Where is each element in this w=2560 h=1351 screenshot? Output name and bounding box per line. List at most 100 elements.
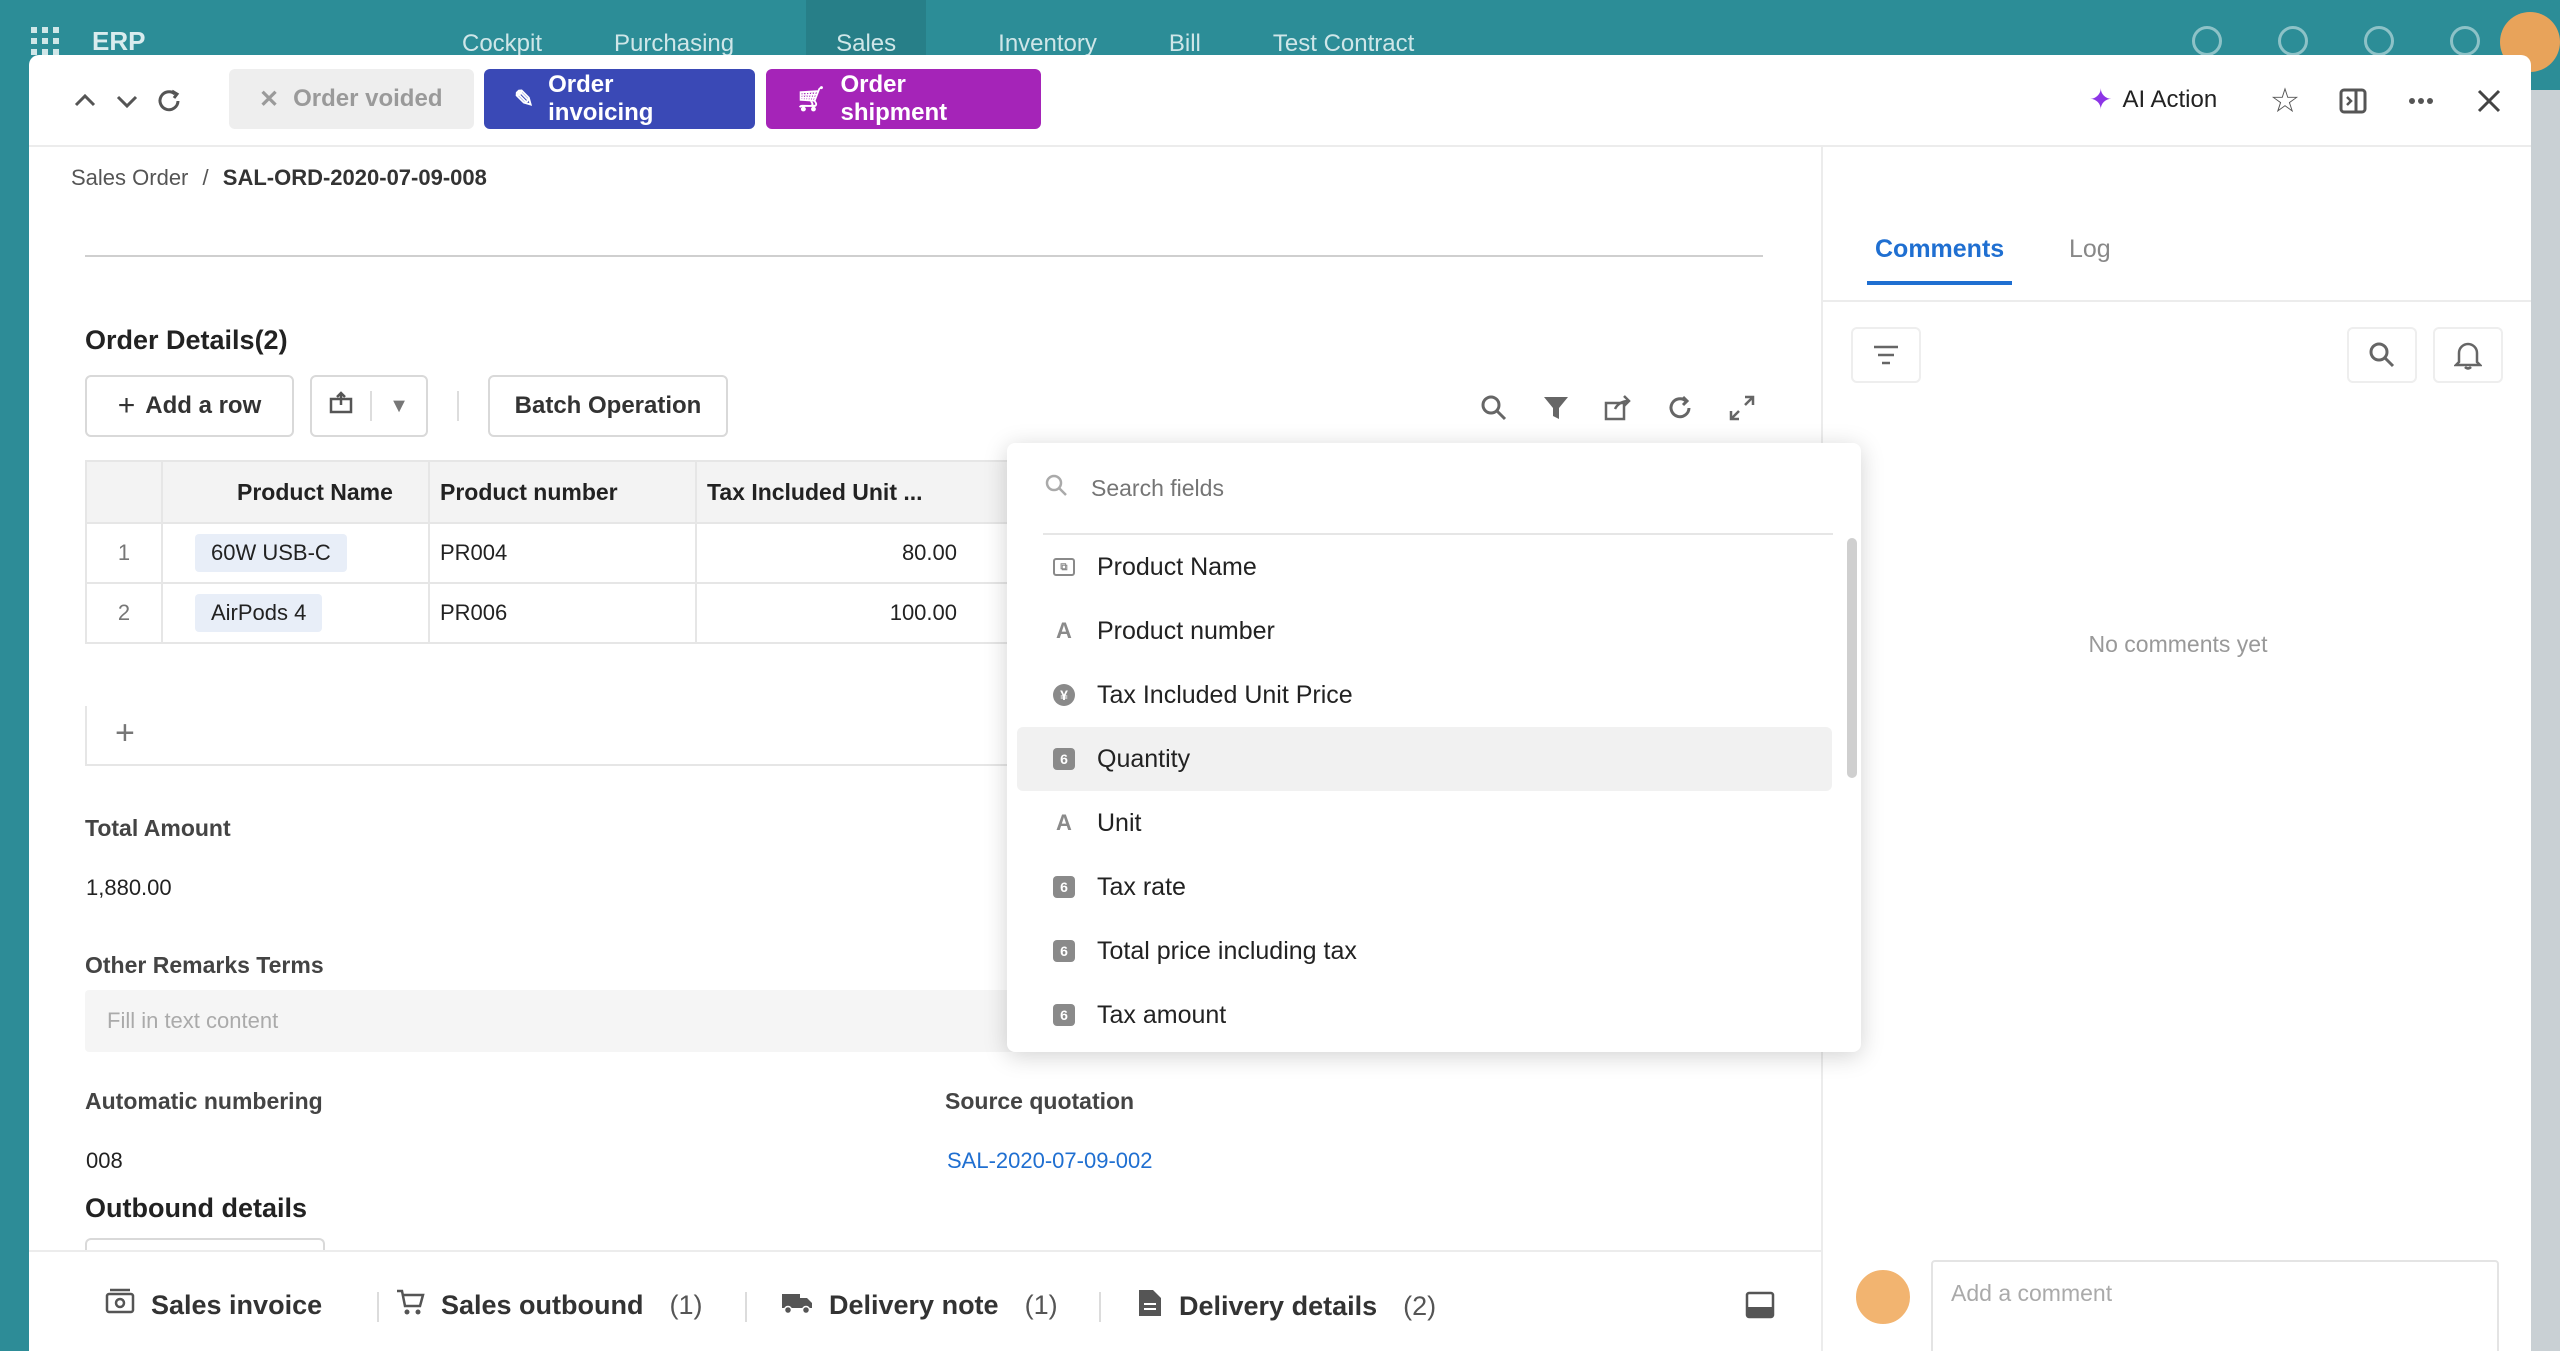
background-page-edge [2531,90,2560,1351]
app-grid-icon[interactable] [30,26,60,56]
table-row[interactable]: 2 AirPods 4 PR006 100.00 [87,584,1133,644]
star-icon[interactable]: ☆ [2269,84,2301,118]
ai-action-button[interactable]: ✦ AI Action [2089,83,2217,116]
modal-toolbar: ✕ Order voided ✎ Order invoicing 🛒︎ Orde… [29,55,2531,147]
header-product-name[interactable]: Product Name [163,462,430,522]
source-quotation-link[interactable]: SAL-2020-07-09-002 [947,1148,1152,1174]
header-tax-included-unit-price[interactable]: Tax Included Unit ... [697,462,957,522]
users-icon[interactable] [2364,26,2394,56]
order-voided-button[interactable]: ✕ Order voided [229,69,474,129]
globe-icon[interactable] [2450,26,2480,56]
more-icon[interactable] [2405,85,2437,117]
lightning-icon[interactable] [2278,26,2308,56]
field-option-product-name[interactable]: ⧉ Product Name [1017,535,1832,599]
order-invoicing-button[interactable]: ✎ Order invoicing [484,69,755,129]
table-row[interactable]: 1 60W USB-C PR004 80.00 [87,524,1133,584]
source-quotation-label: Source quotation [945,1088,1135,1114]
field-search-dropdown: ⧉ Product Name A Product number ¥ Tax In… [1007,443,1861,1052]
app-brand[interactable]: ERP [92,26,145,57]
table-header: Product Name Product number Tax Included… [87,462,1133,524]
cell-product-number[interactable]: PR004 [430,524,697,582]
remarks-input[interactable]: Fill in text content [85,990,1085,1052]
order-details-table: Product Name Product number Tax Included… [85,460,1135,644]
row-index: 2 [87,584,163,642]
cell-product-number[interactable]: PR006 [430,584,697,642]
tab-sales-outbound[interactable]: Sales outbound (1) [395,1288,703,1323]
tab-delivery-details[interactable]: Delivery details (2) [1137,1288,1436,1325]
toolbar-divider [457,391,459,421]
product-chip[interactable]: 60W USB-C [195,534,347,572]
field-search-bar [1043,443,1833,535]
chevron-up-icon[interactable] [69,85,101,117]
number-field-icon: 6 [1053,876,1075,898]
sort-filter-icon[interactable] [1851,327,1921,383]
tab-separator [377,1292,379,1322]
plus-icon[interactable]: + [115,714,135,753]
breadcrumb-separator: / [202,165,209,190]
share-icon[interactable] [1603,393,1633,423]
related-records-bar: Sales invoice Sales outbound (1) Deliver… [29,1250,1821,1351]
tab-log[interactable]: Log [2069,235,2111,264]
reload-icon[interactable] [1665,393,1695,423]
total-amount-value: 1,880.00 [86,875,172,900]
field-option-tax-included-unit-price[interactable]: ¥ Tax Included Unit Price [1017,663,1832,727]
remarks-label: Other Remarks Terms [85,952,324,978]
order-shipment-button[interactable]: 🛒︎ Order shipment [766,69,1041,129]
cell-product-name[interactable]: 60W USB-C [163,524,430,582]
field-option-tax-rate[interactable]: 6 Tax rate [1017,855,1832,919]
chevron-down-icon[interactable] [111,85,143,117]
number-field-icon: 6 [1053,748,1075,770]
field-option-product-number[interactable]: A Product number [1017,599,1832,663]
section-divider [85,255,1763,257]
panel-tabs: Comments Log [1823,147,2531,302]
cash-icon [105,1288,135,1323]
search-comments-icon[interactable] [2347,327,2417,383]
field-option-unit[interactable]: A Unit [1017,791,1832,855]
filter-icon[interactable] [1541,393,1571,423]
expand-icon[interactable] [1727,393,1757,423]
cart-icon [395,1288,425,1323]
document-icon [1137,1288,1163,1325]
comment-input[interactable]: Add a comment [1931,1260,2499,1351]
check-icon[interactable] [2192,26,2222,56]
side-panel-icon[interactable] [2337,85,2369,117]
header-index [87,462,163,522]
field-search-input[interactable] [1091,474,1791,502]
currency-field-icon: ¥ [1053,684,1075,706]
field-option-quantity[interactable]: 6 Quantity [1017,727,1832,791]
search-icon[interactable] [1479,393,1509,423]
tab-comments[interactable]: Comments [1866,235,2013,285]
import-split-button[interactable]: ▼ [310,375,428,437]
panel-toggle-icon[interactable] [1745,1290,1775,1325]
tab-delivery-note[interactable]: Delivery note (1) [781,1288,1058,1323]
cell-unit-price[interactable]: 80.00 [697,524,957,582]
order-details-title: Order Details(2) [85,325,288,355]
number-field-icon: 6 [1053,940,1075,962]
add-row-inline[interactable]: + [85,706,1135,766]
refresh-icon[interactable] [153,85,185,117]
field-option-tax-amount[interactable]: 6 Tax amount [1017,983,1832,1047]
close-modal-icon[interactable] [2473,85,2505,117]
add-row-button[interactable]: + Add a row [85,375,294,437]
breadcrumb-parent[interactable]: Sales Order [71,165,188,190]
import-icon[interactable] [312,390,370,423]
close-icon: ✕ [259,85,280,113]
tab-sales-invoice[interactable]: Sales invoice [105,1288,322,1323]
tab-separator [745,1292,747,1322]
cell-product-name[interactable]: AirPods 4 [163,584,430,642]
batch-operation-button[interactable]: Batch Operation [488,375,728,437]
caret-down-icon[interactable]: ▼ [372,395,426,418]
link-field-icon: ⧉ [1053,558,1075,576]
bell-icon[interactable] [2433,327,2503,383]
header-product-number[interactable]: Product number [430,462,697,522]
text-field-icon: A [1056,618,1072,643]
product-chip[interactable]: AirPods 4 [195,594,323,632]
breadcrumb: Sales Order / SAL-ORD-2020-07-09-008 [71,165,487,191]
auto-numbering-label: Automatic numbering [85,1088,323,1114]
dropdown-scrollbar[interactable] [1847,538,1857,778]
cell-unit-price[interactable]: 100.00 [697,584,957,642]
field-list: ⧉ Product Name A Product number ¥ Tax In… [1017,535,1832,1047]
total-amount-label: Total Amount [85,815,231,841]
table-tools [1479,393,1757,423]
field-option-total-price-including-tax[interactable]: 6 Total price including tax [1017,919,1832,983]
